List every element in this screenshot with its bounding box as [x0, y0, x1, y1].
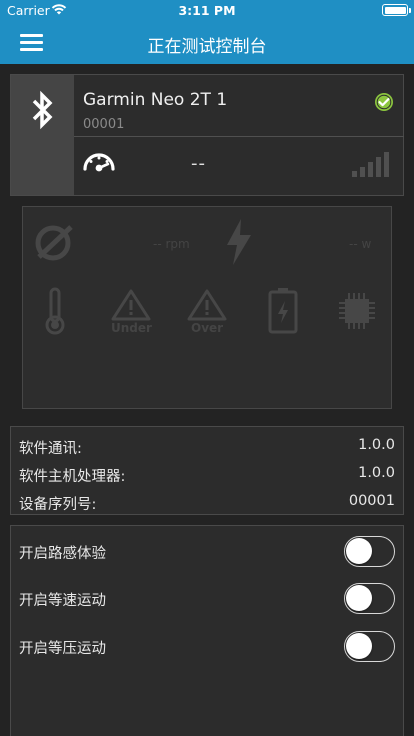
info-label: 设备序列号:: [19, 497, 97, 513]
battery-charging-icon: [268, 288, 298, 334]
device-info-card: 软件通讯: 1.0.0 软件主机处理器: 1.0.0 设备序列号: 00001: [10, 426, 404, 515]
device-serial: 00001: [83, 117, 125, 132]
signal-strength-icon: [352, 152, 389, 177]
battery-icon: [382, 4, 411, 16]
info-row-software-comm: 软件通讯: 1.0.0: [11, 431, 403, 459]
under-label: Under: [111, 321, 152, 335]
bluetooth-icon: [32, 90, 53, 130]
mode-toggles-card: 开启路感体验 开启等速运动 开启等压运动: [10, 525, 404, 736]
warning-under-icon: [111, 289, 151, 321]
divider: [74, 136, 404, 137]
toggle-label: 开启等速运动: [19, 593, 106, 609]
power-value: -- w: [349, 237, 372, 251]
chip-icon: [339, 293, 375, 329]
app-header: Carrier 3:11 PM 正在测试控制台: [0, 0, 414, 64]
toggle-row-road-feel: 开启路感体验: [11, 528, 403, 574]
toggle-label: 开启路感体验: [19, 546, 106, 562]
toggle-label: 开启等压运动: [19, 641, 106, 657]
info-row-host-processor: 软件主机处理器: 1.0.0: [11, 459, 403, 487]
cadence-value: -- rpm: [153, 237, 190, 251]
speedometer-icon: [83, 153, 115, 172]
toggle-row-isobaric: 开启等压运动: [11, 623, 403, 669]
info-row-serial-number: 设备序列号: 00001: [11, 487, 403, 515]
speed-value: --: [191, 153, 206, 174]
device-icon-cell: [11, 75, 74, 195]
status-bar: Carrier 3:11 PM: [0, 0, 414, 20]
toggle-row-isokinetic: 开启等速运动: [11, 575, 403, 621]
nav-bar: 正在测试控制台: [0, 20, 414, 64]
check-circle-icon: [375, 93, 393, 111]
info-value: 1.0.0: [358, 465, 395, 481]
road-feel-switch[interactable]: [344, 536, 395, 567]
device-card[interactable]: Garmin Neo 2T 1 00001 --: [10, 74, 404, 196]
page-title: 正在测试控制台: [147, 37, 267, 57]
warning-over-icon: [187, 289, 227, 321]
thermometer-icon: [45, 287, 65, 335]
isokinetic-switch[interactable]: [344, 583, 395, 614]
clock: 3:11 PM: [178, 3, 236, 18]
lightning-icon: [227, 219, 251, 265]
info-label: 软件通讯:: [19, 441, 82, 457]
cadence-icon: [35, 225, 73, 261]
isobaric-switch[interactable]: [344, 631, 395, 662]
device-name: Garmin Neo 2T 1: [83, 90, 228, 110]
stats-panel: -- rpm -- w Under Over: [22, 206, 392, 409]
over-label: Over: [191, 321, 224, 335]
info-value: 00001: [348, 493, 395, 509]
info-label: 软件主机处理器:: [19, 469, 126, 485]
info-value: 1.0.0: [358, 437, 395, 453]
